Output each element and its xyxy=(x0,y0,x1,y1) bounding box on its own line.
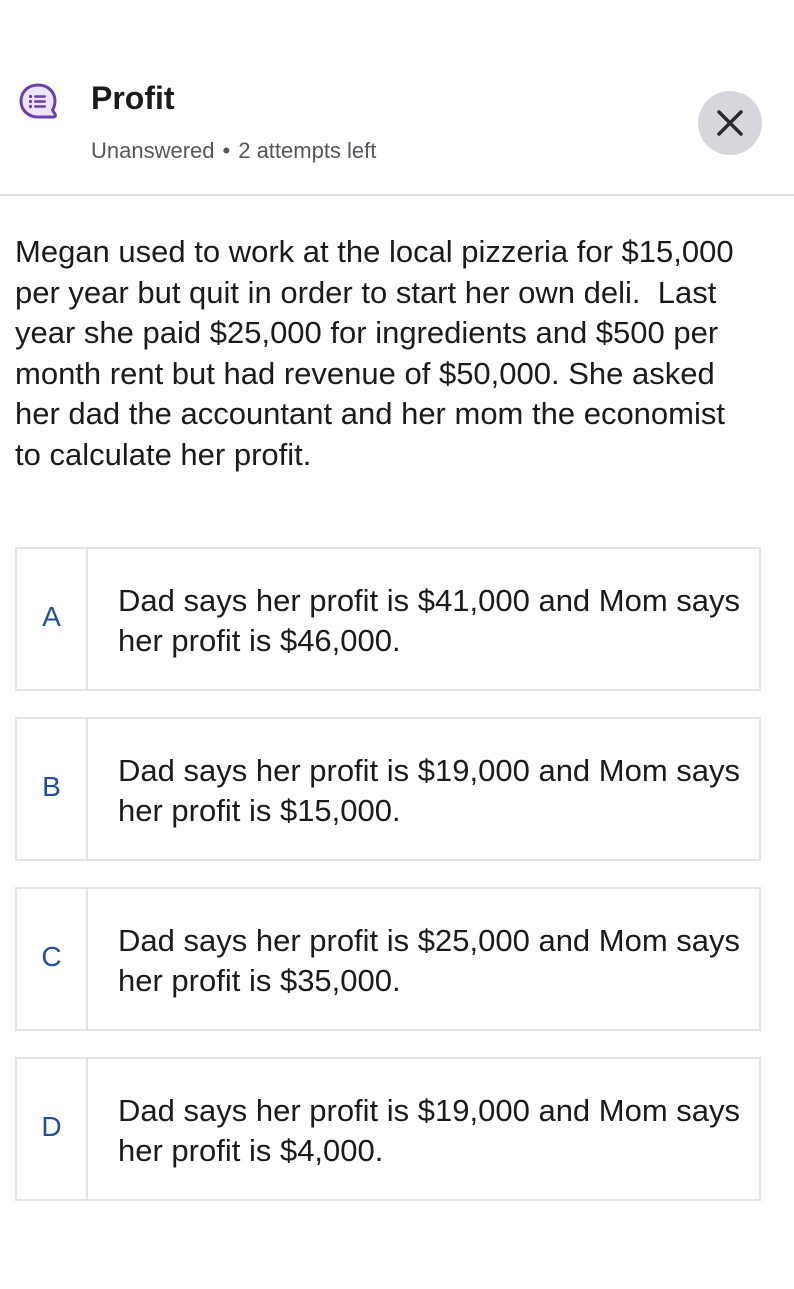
answer-option-b[interactable]: B Dad says her profit is $19,000 and Mom… xyxy=(15,717,761,861)
question-header: Profit Unanswered • 2 attempts left xyxy=(0,0,794,196)
answer-option-c[interactable]: C Dad says her profit is $25,000 and Mom… xyxy=(15,887,761,1031)
option-letter-cell: B xyxy=(17,719,88,859)
close-icon xyxy=(717,110,743,136)
answer-status: Unanswered xyxy=(91,138,215,163)
option-text: Dad says her profit is $19,000 and Mom s… xyxy=(118,1093,741,1168)
status-separator: • xyxy=(222,138,231,163)
option-letter: C xyxy=(41,941,62,972)
option-letter: D xyxy=(41,1111,62,1142)
attempts-left: 2 attempts left xyxy=(238,138,377,163)
option-letter-cell: D xyxy=(17,1059,88,1199)
answer-option-a[interactable]: A Dad says her profit is $41,000 and Mom… xyxy=(15,547,761,691)
option-letter: B xyxy=(42,771,61,802)
option-text: Dad says her profit is $25,000 and Mom s… xyxy=(118,923,741,998)
answer-option-d[interactable]: D Dad says her profit is $19,000 and Mom… xyxy=(15,1057,761,1201)
option-text: Dad says her profit is $19,000 and Mom s… xyxy=(118,753,741,828)
question-status: Unanswered • 2 attempts left xyxy=(91,138,376,164)
question-text: Megan used to work at the local pizzeria… xyxy=(15,234,743,472)
option-letter-cell: A xyxy=(17,549,88,689)
option-text: Dad says her profit is $41,000 and Mom s… xyxy=(118,583,741,658)
option-letter-cell: C xyxy=(17,889,88,1029)
close-button[interactable] xyxy=(698,91,762,155)
question-title: Profit xyxy=(91,80,175,116)
speech-bubble-list-icon xyxy=(19,83,57,119)
option-letter: A xyxy=(42,601,61,632)
